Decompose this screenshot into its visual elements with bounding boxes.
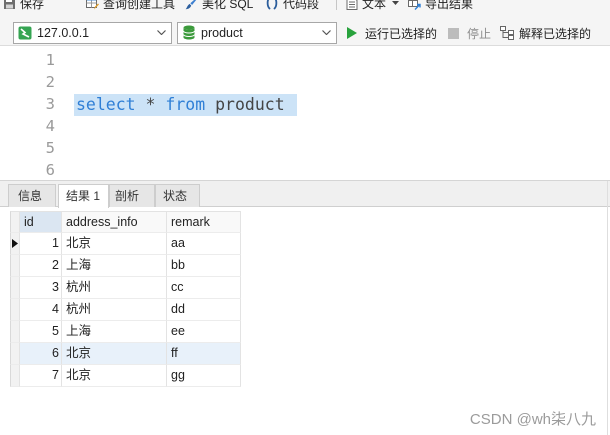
stop-button[interactable]: 停止 xyxy=(448,22,491,44)
table-row[interactable]: 1 北京 aa xyxy=(10,233,241,255)
sql-keyword-from: from xyxy=(165,95,206,114)
table-row[interactable]: 5 上海 ee xyxy=(10,321,241,343)
row-marker[interactable] xyxy=(10,321,20,343)
cell-id[interactable]: 3 xyxy=(20,277,62,299)
tab-profile[interactable]: 剖析 xyxy=(109,184,155,207)
cell-remark[interactable]: ee xyxy=(167,321,241,343)
cell-remark[interactable]: ff xyxy=(167,343,241,365)
explain-icon xyxy=(500,26,514,40)
query-builder-button[interactable]: 查询创建工具 xyxy=(86,0,175,14)
line-number: 2 xyxy=(45,73,55,91)
sql-operator-star: * xyxy=(145,95,156,114)
row-marker[interactable] xyxy=(10,299,20,321)
grid-header-row: id address_info remark xyxy=(10,211,241,233)
watermark: CSDN @wh柒八九 xyxy=(469,411,596,428)
tab-info[interactable]: 信息 xyxy=(8,184,56,207)
save-button[interactable]: 保存 xyxy=(3,0,44,14)
line-number: 3 xyxy=(45,95,55,113)
export-results-button[interactable]: 导出结果 xyxy=(408,0,473,14)
explain-selected-button[interactable]: 解释已选择的 xyxy=(500,22,591,44)
cell-remark[interactable]: bb xyxy=(167,255,241,277)
chevron-down-icon xyxy=(322,30,331,35)
chevron-down-icon xyxy=(157,30,166,35)
line-number: 1 xyxy=(45,51,55,69)
text-button[interactable]: 文本 xyxy=(346,0,400,14)
save-icon xyxy=(3,0,16,10)
connection-value: 127.0.0.1 xyxy=(37,26,90,40)
run-icon xyxy=(347,27,357,39)
cell-address-info[interactable]: 上海 xyxy=(62,321,167,343)
run-selected-button[interactable]: 运行已选择的 xyxy=(347,22,437,44)
database-icon xyxy=(183,25,195,40)
row-marker[interactable] xyxy=(10,233,20,255)
current-row-indicator-icon xyxy=(12,239,18,248)
table-row[interactable]: 4 杭州 dd xyxy=(10,299,241,321)
cell-id[interactable]: 4 xyxy=(20,299,62,321)
stop-icon xyxy=(448,27,459,39)
code-snippet-button[interactable]: 代码段 xyxy=(265,0,319,14)
cell-address-info[interactable]: 上海 xyxy=(62,255,167,277)
mysql-connection-icon xyxy=(18,26,32,40)
code-snippet-icon xyxy=(265,0,279,10)
tab-status[interactable]: 状态 xyxy=(155,184,200,207)
table-row[interactable]: 3 杭州 cc xyxy=(10,277,241,299)
table-row[interactable]: 6 北京 ff xyxy=(10,343,241,365)
sql-table-name: product xyxy=(215,95,285,114)
line-number: 6 xyxy=(45,161,55,179)
code-snippet-label: 代码段 xyxy=(283,0,320,11)
explain-selected-label: 解释已选择的 xyxy=(519,26,592,41)
cell-id[interactable]: 2 xyxy=(20,255,62,277)
cell-address-info[interactable]: 北京 xyxy=(62,365,167,387)
column-header-address-info[interactable]: address_info xyxy=(62,211,167,233)
cell-address-info[interactable]: 北京 xyxy=(62,233,167,255)
table-row[interactable]: 7 北京 gg xyxy=(10,365,241,387)
query-builder-icon xyxy=(86,0,99,10)
cell-remark[interactable]: cc xyxy=(167,277,241,299)
table-row[interactable]: 2 上海 bb xyxy=(10,255,241,277)
row-marker[interactable] xyxy=(10,255,20,277)
cell-address-info[interactable]: 杭州 xyxy=(62,277,167,299)
row-marker[interactable] xyxy=(10,365,20,387)
row-marker-header xyxy=(10,211,20,233)
cell-address-info[interactable]: 杭州 xyxy=(62,299,167,321)
selected-sql-statement[interactable]: select * from product xyxy=(74,94,297,116)
result-grid[interactable]: id address_info remark 1 北京 aa 2 上海 bb 3… xyxy=(10,211,241,387)
export-results-label: 导出结果 xyxy=(425,0,474,11)
dropdown-arrow-icon[interactable] xyxy=(392,1,400,5)
line-number: 5 xyxy=(45,139,55,157)
cell-address-info[interactable]: 北京 xyxy=(62,343,167,365)
pane-right-border xyxy=(607,181,608,435)
cell-remark[interactable]: gg xyxy=(167,365,241,387)
text-label: 文本 xyxy=(362,0,387,11)
export-results-icon xyxy=(408,0,421,10)
row-marker[interactable] xyxy=(10,343,20,365)
cell-remark[interactable]: aa xyxy=(167,233,241,255)
line-number: 4 xyxy=(45,117,55,135)
connection-select[interactable]: 127.0.0.1 xyxy=(13,22,172,44)
cell-id[interactable]: 6 xyxy=(20,343,62,365)
column-header-id[interactable]: id xyxy=(20,211,62,233)
cell-id[interactable]: 5 xyxy=(20,321,62,343)
stop-label: 停止 xyxy=(467,26,492,41)
text-icon xyxy=(346,0,358,10)
cell-id[interactable]: 1 xyxy=(20,233,62,255)
cell-id[interactable]: 7 xyxy=(20,365,62,387)
save-label: 保存 xyxy=(20,0,45,11)
run-selected-label: 运行已选择的 xyxy=(365,26,438,41)
cell-remark[interactable]: dd xyxy=(167,299,241,321)
toolbar-separator xyxy=(336,0,337,10)
row-marker[interactable] xyxy=(10,277,20,299)
query-builder-label: 查询创建工具 xyxy=(103,0,176,11)
database-value: product xyxy=(201,26,243,40)
sql-keyword-select: select xyxy=(76,95,136,114)
database-select[interactable]: product xyxy=(177,22,337,44)
tab-result-1[interactable]: 结果 1 xyxy=(58,184,109,208)
beautify-sql-label: 美化 SQL xyxy=(202,0,254,11)
beautify-sql-button[interactable]: 美化 SQL xyxy=(185,0,253,14)
beautify-sql-icon xyxy=(185,0,198,10)
column-header-remark[interactable]: remark xyxy=(167,211,241,233)
